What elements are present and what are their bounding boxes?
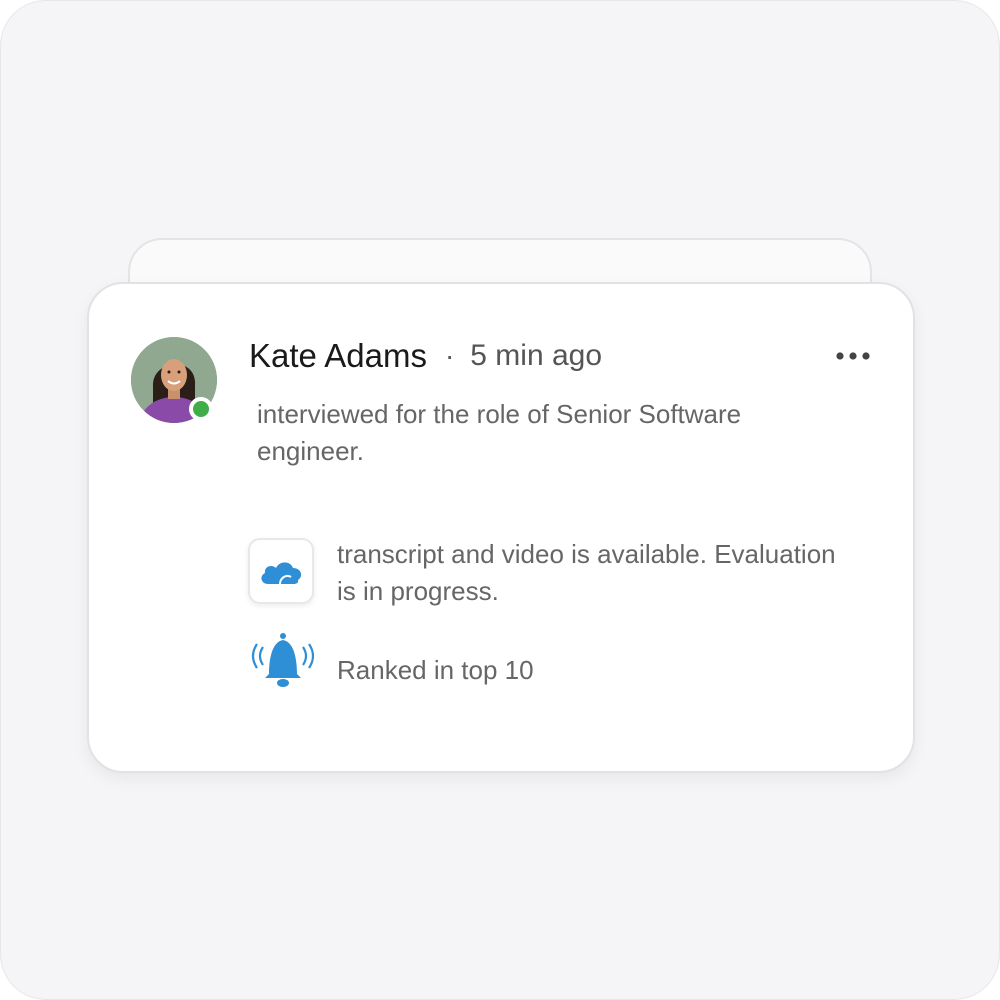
separator-dot: · [444, 340, 455, 371]
notification-card[interactable]: Kate Adams · 5 min ago interviewed for t… [87, 282, 915, 773]
user-name[interactable]: Kate Adams [249, 337, 427, 375]
more-options-button[interactable] [833, 342, 873, 370]
notification-description: interviewed for the role of Senior Softw… [257, 399, 742, 466]
ranking-text: Ranked in top 10 [337, 655, 534, 685]
timestamp: 5 min ago [470, 339, 603, 372]
transcript-status-text: transcript and video is available. Evalu… [337, 539, 836, 606]
more-horizontal-icon [836, 352, 870, 360]
canvas-frame: Kate Adams · 5 min ago interviewed for t… [0, 0, 1000, 1000]
cloud-button[interactable] [248, 538, 314, 604]
cloud-icon [261, 562, 302, 585]
notification-header: Kate Adams · 5 min ago [249, 334, 602, 378]
online-status-dot [189, 397, 213, 421]
ringing-bell-icon [245, 632, 321, 688]
